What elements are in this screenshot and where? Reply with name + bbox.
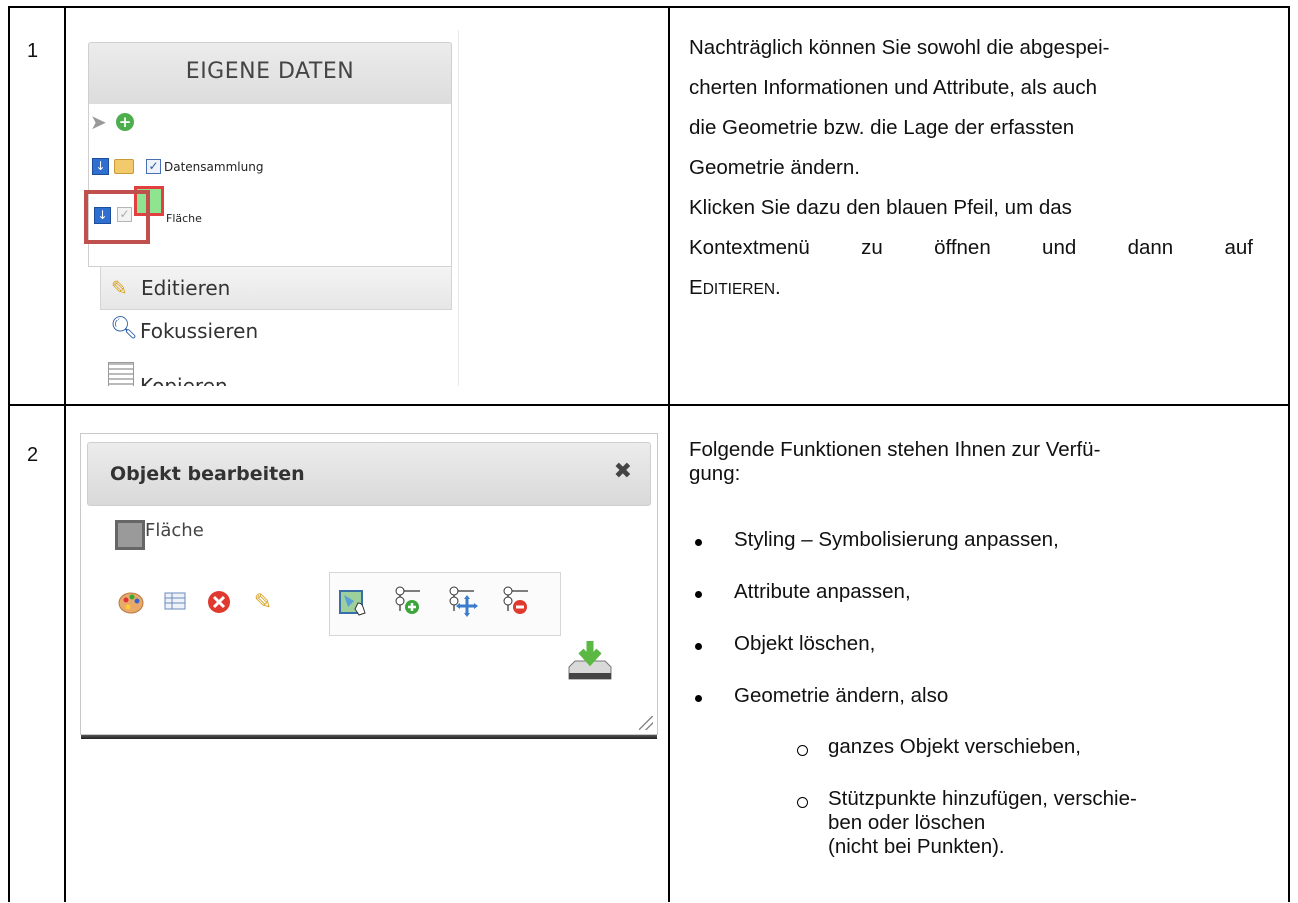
smallcaps-rest: DITIEREN	[702, 281, 776, 298]
save-download-icon[interactable]	[565, 639, 615, 683]
sub-bullet-line: Stützpunkte hinzufügen, verschie-	[828, 787, 1137, 810]
text-line: Nachträglich können Sie sowohl die abges…	[689, 36, 1110, 59]
menu-item-kopieren[interactable]: Kopieren	[100, 356, 450, 386]
add-vertex-icon[interactable]	[394, 585, 422, 614]
bullet-item: Objekt löschen,	[734, 632, 876, 655]
delete-vertex-icon[interactable]	[502, 585, 530, 614]
delete-icon[interactable]	[205, 589, 233, 617]
table-border-right	[1288, 6, 1290, 902]
copy-icon	[108, 362, 134, 386]
sub-bullet-circle	[797, 745, 808, 756]
move-object-icon[interactable]	[338, 587, 366, 616]
pencil-icon[interactable]: ✎	[249, 589, 277, 617]
row-number: 2	[27, 444, 39, 466]
smallcaps-initial: E	[689, 276, 703, 299]
magnifier-icon: 🔍︎	[110, 316, 138, 341]
screenshot-layer-panel: EIGENE DATEN ➤ + ↓ ✓ Datensammlung ↓ ✓ F…	[80, 30, 459, 386]
geometry-toolset	[329, 572, 561, 636]
column-divider-text	[668, 6, 670, 902]
column-divider-number	[64, 6, 66, 902]
table-icon[interactable]	[161, 589, 189, 617]
menu-item-fokussieren[interactable]: 🔍︎ Fokussieren	[100, 310, 450, 352]
bullet-dot	[695, 643, 702, 650]
dialog-shadow	[81, 735, 657, 739]
row2-intro: Folgende Funktionen stehen Ihnen zur Ver…	[689, 438, 1253, 486]
layer-label: Fläche	[145, 520, 204, 541]
layer-color-swatch	[115, 520, 145, 550]
menu-item-editieren[interactable]: ✎ Editieren	[100, 266, 452, 310]
layer-label: Fläche	[166, 212, 202, 225]
bullet-item: Attribute anpassen,	[734, 580, 911, 603]
add-icon[interactable]: +	[116, 113, 134, 131]
menu-label: Fokussieren	[140, 319, 259, 343]
text-line: Klicken Sie dazu den blauen Pfeil, um da…	[689, 196, 1072, 219]
move-vertex-icon[interactable]	[448, 585, 478, 617]
sub-bullet-item: ganzes Objekt verschieben,	[828, 735, 1081, 758]
highlight-frame	[84, 190, 150, 244]
bullet-item: Geometrie ändern, also	[734, 684, 949, 707]
palette-icon[interactable]	[117, 589, 145, 617]
bullet-dot	[695, 695, 702, 702]
close-icon[interactable]: ✖	[614, 459, 632, 484]
sub-bullet-circle	[797, 797, 808, 808]
pencil-icon: ✎	[111, 276, 128, 300]
resize-handle-icon[interactable]	[639, 716, 653, 730]
menu-label: Editieren	[141, 276, 231, 300]
dialog-title: Objekt bearbeiten	[110, 463, 305, 485]
dialog-header: Objekt bearbeiten ✖	[87, 442, 651, 506]
text-line: die Geometrie bzw. die Lage der erfasste…	[689, 116, 1075, 139]
text-line: cherten Informationen und Attribute, als…	[689, 76, 1097, 99]
table-border-left	[8, 6, 10, 902]
cursor-icon: ➤	[90, 110, 107, 134]
screenshot-edit-dialog: Objekt bearbeiten ✖ Fläche ✎	[80, 433, 658, 739]
text-line: Geometrie ändern.	[689, 156, 860, 179]
panel-header: EIGENE DATEN	[88, 42, 452, 106]
folder-icon	[114, 159, 134, 174]
row1-description: Nachträglich können Sie sowohl die abges…	[689, 28, 1253, 310]
bullet-dot	[695, 539, 702, 546]
table-border-top	[8, 6, 1290, 8]
sub-bullet-line: ben oder löschen	[828, 811, 986, 834]
text-line: Kontextmenü zu öffnen und dann auf	[689, 236, 1253, 259]
sub-bullet-line: (nicht bei Punkten).	[828, 835, 1005, 858]
bullet-dot	[695, 591, 702, 598]
text-line: Folgende Funktionen stehen Ihnen zur Ver…	[689, 438, 1101, 461]
folder-label: Datensammlung	[164, 160, 264, 174]
punctuation: .	[775, 276, 781, 299]
text-line: EDITIEREN.	[689, 268, 1253, 310]
menu-label: Kopieren	[140, 374, 228, 386]
text-line: gung:	[689, 462, 741, 485]
row-divider	[8, 404, 1290, 406]
row-number: 1	[27, 40, 39, 62]
bullet-item: Styling – Symbolisierung anpassen,	[734, 528, 1059, 551]
panel-title: EIGENE DATEN	[185, 59, 355, 84]
folder-visibility-checkbox[interactable]: ✓	[146, 159, 161, 174]
folder-expand-arrow-icon[interactable]: ↓	[92, 158, 109, 175]
